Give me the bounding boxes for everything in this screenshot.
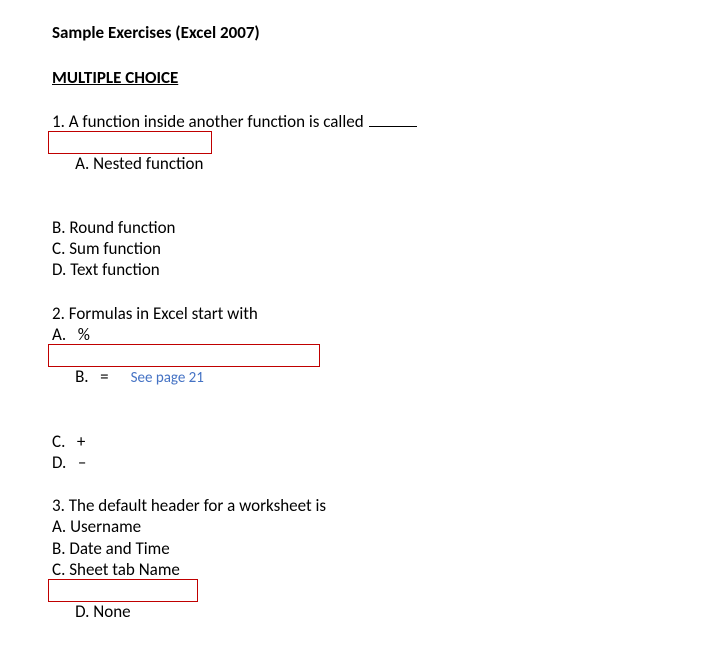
page-title: Sample Exercises (Excel 2007) bbox=[52, 22, 720, 43]
question-3: 3. The default header for a worksheet is… bbox=[52, 495, 720, 665]
blank-line bbox=[369, 126, 417, 127]
option-text: D. None bbox=[75, 601, 131, 622]
question-3-prompt: 3. The default header for a worksheet is bbox=[52, 495, 720, 516]
question-1-prompt-text: 1. A function inside another function is… bbox=[52, 111, 367, 132]
question-2: 2. Formulas in Excel start with A. % B. … bbox=[52, 303, 720, 474]
question-2-option-d: D. – bbox=[52, 452, 720, 473]
annotation-text: See page 21 bbox=[131, 369, 204, 387]
question-1-option-d: D. Text function bbox=[52, 259, 720, 280]
question-2-prompt: 2. Formulas in Excel start with bbox=[52, 303, 720, 324]
question-1-option-c: C. Sum function bbox=[52, 238, 720, 259]
question-2-option-c: C. + bbox=[52, 431, 720, 452]
question-3-option-a: A. Username bbox=[52, 516, 720, 537]
question-3-option-c: C. Sheet tab Name bbox=[52, 559, 720, 580]
question-3-option-d: D. None bbox=[52, 580, 720, 665]
answer-highlight-box bbox=[48, 131, 212, 154]
question-1: 1. A function inside another function is… bbox=[52, 111, 720, 281]
question-2-option-b: B. = See page 21 bbox=[52, 345, 720, 431]
question-1-option-b: B. Round function bbox=[52, 217, 720, 238]
question-1-prompt: 1. A function inside another function is… bbox=[52, 111, 720, 132]
question-3-option-b: B. Date and Time bbox=[52, 538, 720, 559]
question-2-option-a: A. % bbox=[52, 324, 720, 345]
answer-highlight-box bbox=[48, 344, 320, 367]
option-text: A. Nested function bbox=[75, 153, 203, 174]
section-heading: MULTIPLE CHOICE bbox=[52, 67, 720, 88]
option-text: B. = bbox=[75, 366, 109, 387]
question-1-option-a: A. Nested function bbox=[52, 132, 720, 217]
document-page: Sample Exercises (Excel 2007) MULTIPLE C… bbox=[0, 0, 720, 665]
answer-highlight-box bbox=[48, 579, 198, 602]
